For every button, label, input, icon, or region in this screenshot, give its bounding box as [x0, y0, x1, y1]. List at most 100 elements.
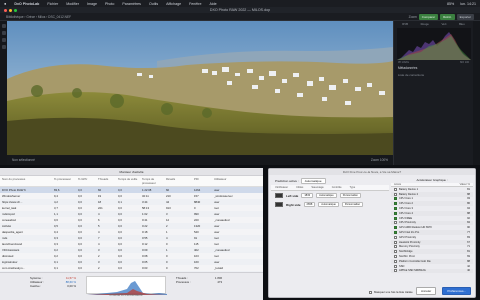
col-cpu[interactable]: % processeur — [54, 177, 78, 185]
gpu-checkbox[interactable] — [394, 245, 397, 249]
breadcrumb[interactable]: Bibliothèque › Grèce › Milos › DSC_0412.… — [6, 15, 71, 19]
col-process-name[interactable]: Nom du processus — [2, 177, 54, 185]
table-cell: 44 — [166, 200, 170, 204]
gpu-row-label: Northbr. Proxi — [394, 255, 415, 259]
col-user[interactable]: Utilisateur — [214, 177, 242, 185]
editor-toolbar: Bibliothèque › Grèce › Milos › DSC_0412.… — [0, 13, 480, 21]
corrections-list-label[interactable]: Liste de corrections — [394, 72, 473, 78]
hide-when-done-option[interactable]: Masquer une fois la liste traitée — [369, 290, 413, 294]
table-cell: _windowserver — [214, 194, 233, 198]
histogram-tabs: RVB Rouge Vert Bleu — [394, 21, 473, 27]
tab-red[interactable]: Rouge — [421, 22, 429, 26]
gpu-checkbox[interactable] — [394, 221, 397, 225]
gpu-checkbox[interactable] — [394, 231, 397, 235]
col-wakeups[interactable]: Réveils — [166, 177, 194, 185]
gpu-row-label: GPU Intel Iris Pro — [394, 231, 419, 235]
view-thumbnail[interactable] — [275, 193, 283, 198]
view-mode-select[interactable]: Automatique — [318, 202, 339, 207]
table-cell: 0 — [194, 206, 196, 210]
cancel-button[interactable]: Annuler — [415, 287, 437, 295]
brush-icon[interactable] — [1, 38, 6, 42]
gpu-checkbox[interactable] — [394, 207, 397, 211]
crop-icon[interactable] — [1, 24, 6, 28]
gpu-checkbox[interactable] — [394, 255, 397, 259]
gpu-checkbox[interactable] — [394, 240, 397, 244]
table-cell: 0,0 — [78, 260, 82, 264]
table-cell: 115 — [194, 242, 199, 246]
gpu-checkbox[interactable] — [394, 235, 397, 239]
table-cell: 0:41 — [142, 218, 148, 222]
gpu-row[interactable]: APPLE SSD SM0512G 40 — [391, 268, 473, 274]
table-cell: user — [214, 188, 220, 192]
eyedropper-icon[interactable] — [1, 45, 6, 49]
gpu-checkbox[interactable] — [394, 216, 397, 220]
menu-item-outils[interactable]: Outils — [149, 2, 158, 6]
view-type-select[interactable]: Personnalisé — [341, 202, 363, 207]
view-value-select[interactable]: 2838 — [303, 202, 316, 207]
gpu-value: 77 — [467, 231, 470, 235]
gpu-name: GPU Proximity — [399, 235, 417, 239]
menu-app-name[interactable]: DxO PhotoLab — [14, 2, 39, 6]
tab-blue[interactable]: Bleu — [459, 22, 465, 26]
straighten-icon[interactable] — [1, 31, 6, 35]
view-thumbnail[interactable] — [275, 202, 283, 207]
gpu-checkbox[interactable] — [394, 259, 397, 263]
table-cell: root — [214, 242, 219, 246]
gpu-checkbox[interactable] — [394, 264, 397, 268]
apple-icon[interactable]: ● — [4, 1, 6, 6]
reset-button[interactable]: Réinit. — [440, 13, 455, 20]
zoom-readout[interactable]: Zoom 100% — [371, 158, 388, 162]
table-cell: 0,2 — [54, 248, 58, 252]
hide-when-done-checkbox[interactable] — [369, 290, 372, 294]
col-idle[interactable]: Temps de veille — [118, 177, 142, 185]
compare-button[interactable]: Comparer — [418, 13, 439, 20]
gpu-checkbox[interactable] — [394, 269, 397, 273]
table-cell: 4 — [166, 236, 168, 240]
view-label: Right side — [286, 202, 301, 207]
zoom-label[interactable]: Zoom — [409, 15, 417, 19]
menu-item-fenetre[interactable]: Fenêtre — [189, 2, 201, 6]
clock[interactable]: lun. 14:21 — [460, 2, 476, 6]
preferences-button[interactable]: Préférences... — [442, 287, 471, 295]
table-cell: 1264 — [194, 188, 201, 192]
gpu-checkbox[interactable] — [394, 226, 397, 230]
tab-green[interactable]: Vert — [441, 22, 446, 26]
gpu-name: CPU Proximity — [399, 221, 416, 225]
menu-item-affichage[interactable]: Affichage — [166, 2, 181, 6]
metadata-header[interactable]: Métadonnées — [394, 64, 473, 72]
col-threads[interactable]: Threads — [98, 177, 118, 185]
menu-item-modifier[interactable]: Modifier — [66, 2, 79, 6]
gpu-checkbox[interactable] — [394, 192, 397, 196]
gpu-checkbox[interactable] — [394, 250, 397, 254]
table-cell: 4 — [98, 242, 100, 246]
menu-item-parametres[interactable]: Paramètres — [122, 2, 141, 6]
menu-item-fichier[interactable]: Fichier — [47, 2, 58, 6]
col-pid[interactable]: PID — [194, 177, 214, 185]
view-value-select[interactable]: 1833 — [301, 193, 314, 198]
export-button[interactable]: Exporter — [456, 13, 474, 20]
menu-item-photo[interactable]: Photo — [105, 2, 114, 6]
menu-item-image[interactable]: Image — [87, 2, 97, 6]
photo-viewport[interactable] — [7, 21, 393, 155]
gpu-checkbox[interactable] — [394, 197, 397, 201]
battery-status[interactable]: 85% — [447, 2, 454, 6]
gpu-checkbox[interactable] — [394, 202, 397, 206]
zoom-button[interactable] — [14, 8, 17, 12]
gpu-value: 71 — [467, 245, 470, 249]
menu-item-aide[interactable]: Aide — [209, 2, 216, 6]
view-row[interactable]: Left side 1833 Automatique Personnalisé — [271, 191, 389, 200]
gpu-checkbox[interactable] — [394, 187, 397, 191]
gpu-name: GPU AMD Radeon HD 6970 — [399, 226, 432, 230]
selection-status: Non sélectionné — [12, 158, 35, 162]
col-gpu[interactable]: % GPU — [78, 177, 98, 185]
minimize-button[interactable] — [9, 8, 12, 12]
preprocessor-select[interactable]: Automatique — [300, 178, 326, 184]
view-type-select[interactable]: Personnalisé — [339, 193, 361, 198]
col-cpu-time[interactable]: Temps de processeur — [142, 177, 166, 185]
view-mode-select[interactable]: Automatique — [316, 193, 337, 198]
table-cell: 0,0 — [78, 212, 82, 216]
view-row[interactable]: Right side 2838 Automatique Personnalisé — [271, 200, 389, 209]
close-button[interactable] — [4, 8, 7, 12]
gpu-checkbox[interactable] — [394, 211, 397, 215]
tab-rgb[interactable]: RVB — [402, 22, 408, 26]
